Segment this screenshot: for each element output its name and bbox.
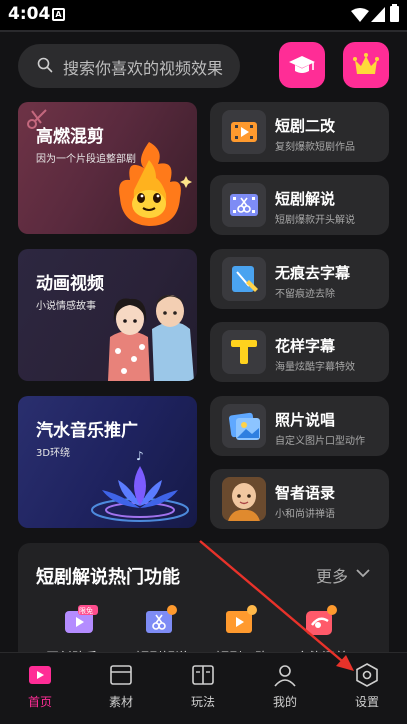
tab-play[interactable]: 玩法 [173,653,233,724]
tab-label: 玩法 [190,695,215,709]
tool-subtitle: 不留痕迹去除 [275,289,335,300]
home-play-icon [29,666,51,684]
book-icon [192,665,214,685]
search-bar[interactable]: 搜索你喜欢的视频效果 [18,44,240,88]
tab-label: 首页 [27,695,52,709]
tool-card-fancy-subtitles[interactable]: 花样字幕 海量炫酷字幕特效 [210,322,389,382]
tool-subtitle: 复刻爆款短剧作品 [275,142,355,153]
tab-label: 我的 [272,695,297,709]
tool-subtitle: 自定义图片口型动作 [275,436,365,447]
tool-subtitle: 短剧爆款开头解说 [275,215,355,226]
chevron-down-icon[interactable] [356,569,370,578]
feature-card-animation[interactable]: 动画视频 小说情感故事 [18,249,197,381]
tab-settings[interactable]: 设置 [337,653,397,724]
tab-home[interactable]: 首页 [10,653,70,724]
power-mix-icon [306,605,337,635]
tool-title: 短剧二改 [275,117,336,135]
glowing-lotus-illustration: ♪ [91,449,189,522]
tool-card-remove-subtitles[interactable]: 无痕去字幕 不留痕迹去除 [210,249,389,309]
tool-subtitle: 海量炫酷字幕特效 [275,362,355,373]
search-placeholder: 搜索你喜欢的视频效果 [63,59,224,78]
graduation-cap-icon [289,56,315,73]
more-link[interactable]: 更多 [316,563,348,587]
tab-profile[interactable]: 我的 [255,653,315,724]
settings-hexagon-icon [356,663,378,687]
battery-icon [390,4,399,22]
tool-title: 短剧解说 [275,190,336,208]
tool-card-wise-quotes[interactable]: 智者语录 小和尚讲禅语 [210,469,389,529]
fire-mascot-icon [119,142,192,226]
card-subtitle: 小说情感故事 [36,301,96,312]
card-subtitle: 3D环绕 [36,448,71,459]
tutorial-button[interactable] [279,42,325,88]
notification-a-icon: A [52,8,65,21]
person-icon [274,665,296,687]
svg-text:♪: ♪ [136,449,144,463]
status-time: 4:04 [8,4,51,24]
monk-avatar-icon [222,477,266,521]
crown-icon [353,53,379,74]
search-icon [37,57,53,73]
tool-title: 照片说唱 [275,411,336,429]
tool-title: 无痕去字幕 [275,264,351,282]
film-cut-icon [146,605,177,633]
feature-card-epic-mix[interactable]: 高燃混剪 因为一个片段追整部剧 [18,102,197,234]
status-bar: 4:04 A [0,0,407,30]
wifi-icon [351,8,369,22]
app-screen: 搜索你喜欢的视频效果 高燃混剪 因为一个片段追整部剧 动画视频 小说情感故事 汽… [0,30,407,724]
tool-card-drama-commentary[interactable]: 短剧解说 短剧爆款开头解说 [210,175,389,235]
tool-card-drama-remix[interactable]: 短剧二改 复刻爆款短剧作品 [210,102,389,162]
letter-t-icon [222,330,266,374]
tool-title: 智者语录 [275,484,336,502]
tab-label: 素材 [108,695,133,709]
vip-button[interactable] [343,42,389,88]
tab-label: 设置 [354,695,379,709]
tv-icon: 限免 [65,605,98,633]
free-badge: 限免 [79,606,93,615]
tool-card-photo-rap[interactable]: 照片说唱 自定义图片口型动作 [210,396,389,456]
section-title: 短剧解说热门功能 [36,567,180,588]
eraser-icon [222,257,266,301]
folder-icon [110,665,132,685]
bottom-tab-bar: 首页 素材 玩法 我的 设置 [0,652,407,724]
tool-subtitle: 小和尚讲禅语 [275,509,335,520]
card-title: 高燃混剪 [36,127,104,147]
cartoon-couple-illustration [108,295,194,381]
film-scissors-icon [226,605,257,633]
photo-icon [222,404,266,448]
tool-title: 花样字幕 [275,337,336,355]
tab-materials[interactable]: 素材 [91,653,151,724]
card-title: 汽水音乐推广 [36,421,138,441]
card-title: 动画视频 [36,274,104,294]
film-cut-icon [222,183,266,227]
feature-card-music-promo[interactable]: 汽水音乐推广 3D环绕 ♪ [18,396,197,528]
signal-icon [371,7,385,22]
film-scissors-icon [222,110,266,154]
